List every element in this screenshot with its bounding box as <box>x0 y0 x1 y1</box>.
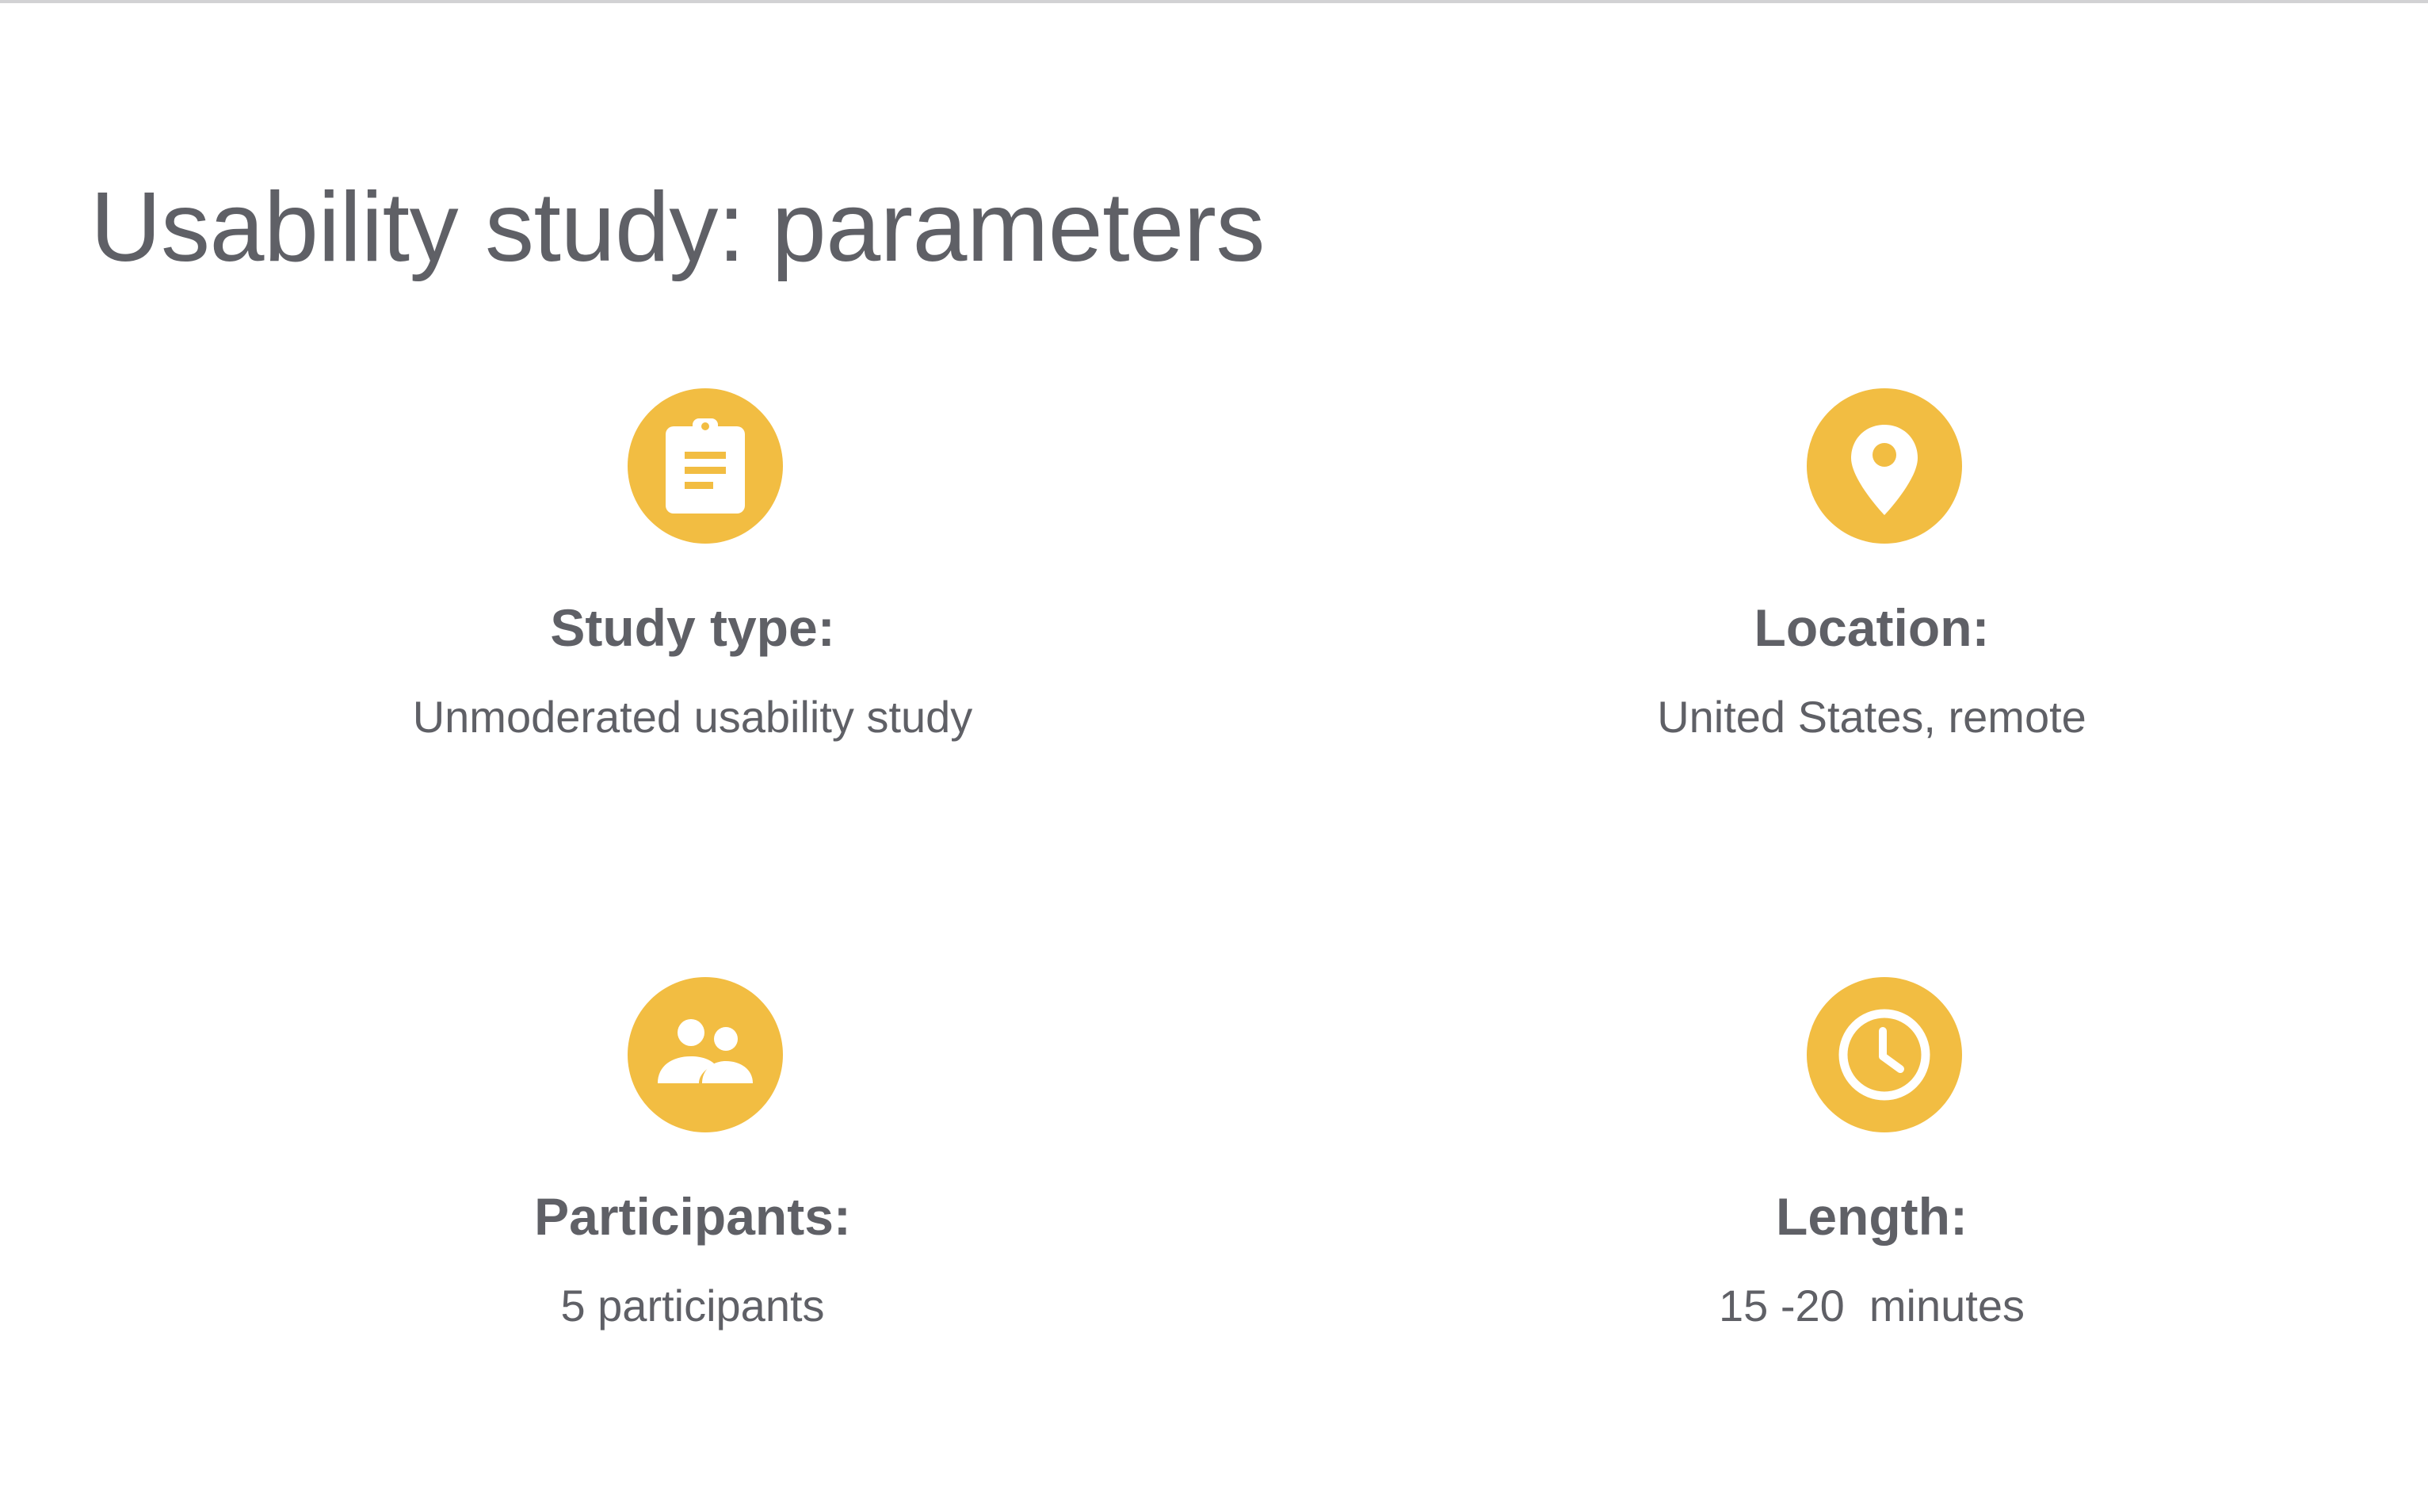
top-divider <box>0 0 2428 3</box>
location-pin-icon <box>1807 388 1962 544</box>
parameter-length: Length: 15 -20 minutes <box>1476 977 2268 1357</box>
study-type-value: Unmoderated usability study <box>412 692 973 742</box>
people-icon <box>628 977 783 1132</box>
length-label: Length: <box>1776 1187 1968 1246</box>
clipboard-icon <box>628 388 783 544</box>
clock-icon <box>1807 977 1962 1132</box>
location-label: Location: <box>1754 598 1990 657</box>
parameter-participants: Participants: 5 participants <box>296 977 1089 1357</box>
study-type-label: Study type: <box>550 598 835 657</box>
parameter-study-type: Study type: Unmoderated usability study <box>296 388 1089 769</box>
location-value: United States, remote <box>1657 692 2086 742</box>
participants-label: Participants: <box>534 1187 851 1246</box>
parameter-location: Location: United States, remote <box>1476 388 2268 769</box>
length-value: 15 -20 minutes <box>1719 1281 2025 1331</box>
participants-value: 5 participants <box>560 1281 825 1331</box>
page-title: Usability study: parameters <box>90 173 1265 282</box>
